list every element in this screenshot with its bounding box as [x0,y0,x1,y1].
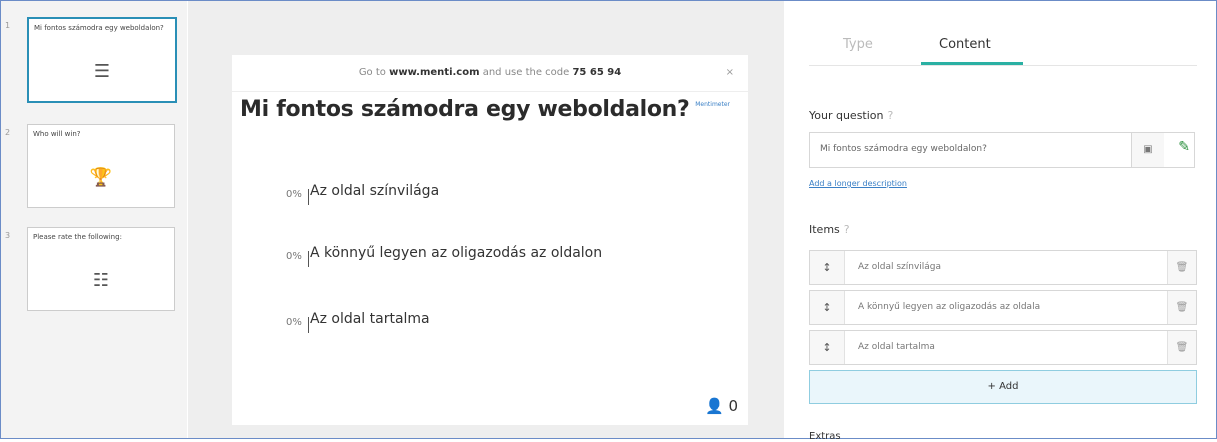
question-heading: Your question? [809,109,894,122]
slide-title: Who will win? [33,130,81,138]
option-bar [308,251,309,267]
sliders-icon: ☷ [92,270,110,291]
mentimeter-logo: Mentimeter [695,101,730,108]
editor-panel: Type Content Your question? Mi fontos sz… [785,1,1215,442]
add-item-button[interactable]: + Add [809,370,1197,404]
extras-heading: Extras [809,431,841,442]
slide-number: 3 [5,231,11,240]
help-icon[interactable]: ? [888,109,894,122]
image-icon[interactable]: ▣ [1131,133,1164,167]
preview-stage: Go to www.menti.com and use the code 75 … [188,1,784,438]
slide-card[interactable]: Mi fontos számodra egy weboldalon? ☰ [27,17,177,103]
drag-handle-icon[interactable]: ↕ [810,251,845,284]
option-bar [308,189,309,205]
question-input[interactable]: Mi fontos számodra egy weboldalon? ▣ ✎ [809,132,1195,168]
slide-number: 1 [5,21,11,30]
trash-icon[interactable]: 🗑 [1167,331,1196,364]
voter-count: 👤 0 [705,397,738,415]
option-label: Az oldal tartalma [310,311,430,327]
item-row[interactable]: ↕ Az oldal tartalma 🗑 [809,330,1197,365]
preview-question-title: Mi fontos számodra egy weboldalon? [240,97,690,122]
tab-divider [809,65,1197,66]
items-heading: Items? [809,223,850,236]
bars-chart-icon: ☰ [93,61,111,82]
menti-url[interactable]: www.menti.com [389,67,479,78]
item-input[interactable]: Az oldal színvilága [858,262,941,272]
drag-handle-icon[interactable]: ↕ [810,331,845,364]
slide-title: Mi fontos számodra egy weboldalon? [34,24,164,32]
option-percentage: 0% [286,317,302,328]
option-percentage: 0% [286,189,302,200]
slide-number: 2 [5,128,11,137]
tab-content[interactable]: Content [939,37,991,52]
item-row[interactable]: ↕ Az oldal színvilága 🗑 [809,250,1197,285]
slide-card[interactable]: Who will win? 🏆 [27,124,175,208]
option-label: Az oldal színvilága [310,183,440,199]
trash-icon[interactable]: 🗑 [1167,251,1196,284]
person-icon: 👤 [704,397,724,415]
option-bar [308,317,309,333]
tab-type[interactable]: Type [843,37,873,52]
drag-handle-icon[interactable]: ↕ [810,291,845,324]
item-input[interactable]: Az oldal tartalma [858,342,935,352]
trash-icon[interactable]: 🗑 [1167,291,1196,324]
option-label: A könnyű legyen az oligazodás az oldalon [310,245,603,261]
help-icon[interactable]: ? [844,223,850,236]
join-instructions: Go to www.menti.com and use the code 75 … [232,55,748,92]
question-input-value[interactable]: Mi fontos számodra egy weboldalon? [820,144,987,154]
trophy-icon: 🏆 [89,167,113,188]
extension-icon[interactable]: ✎ [1178,139,1190,155]
option-percentage: 0% [286,251,302,262]
slide-title: Please rate the following: [33,233,122,241]
item-row[interactable]: ↕ A könnyű legyen az oligazodás az oldal… [809,290,1197,325]
join-code: 75 65 94 [572,67,622,78]
slide-list: 1 Mi fontos számodra egy weboldalon? ☰ 2… [1,1,187,438]
slide-preview: Go to www.menti.com and use the code 75 … [232,55,748,425]
add-description-link[interactable]: Add a longer description [809,179,907,188]
voter-count-value: 0 [728,397,738,415]
item-input[interactable]: A könnyű legyen az oligazodás az oldala [858,302,1040,312]
close-icon[interactable]: × [726,55,734,91]
slide-card[interactable]: Please rate the following: ☷ [27,227,175,311]
